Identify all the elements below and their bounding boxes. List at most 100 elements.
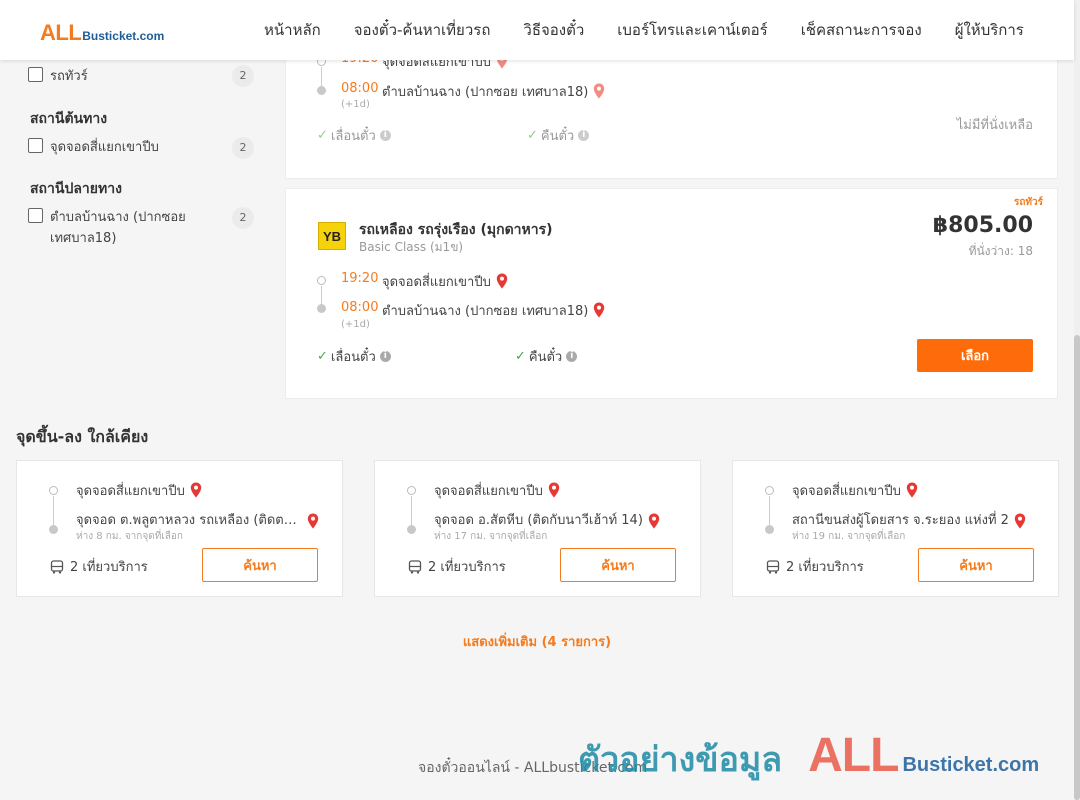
seats-available: ที่นั่งว่าง: 18 [968, 244, 1033, 258]
arrival-place: ตำบลบ้านฉาง (ปากซอย เทศบาล18) [382, 300, 605, 321]
nearby-trips: 2 เที่ยวบริการ [50, 556, 148, 577]
info-icon[interactable]: i [379, 130, 391, 141]
bus-icon [50, 559, 64, 574]
map-pin-icon[interactable] [1014, 513, 1026, 529]
operator-class: Basic Class (ม1ข) [359, 240, 464, 254]
check-icon: ✓ [317, 349, 328, 364]
nearby-from: จุดจอดสี่แยกเขาปีบ [434, 480, 560, 501]
feature-reschedule: ✓ เลื่อนตั๋ว i [317, 125, 391, 146]
watermark-brand-suffix: Busticket.com [902, 754, 1040, 776]
count-badge: 2 [232, 65, 254, 87]
watermark: ตัวอย่างข้อมูล ALL Busticket.com [578, 728, 1039, 786]
timeline-end-dot [407, 525, 416, 534]
timeline-end-dot [49, 525, 58, 534]
operator-logo: YB [318, 222, 346, 250]
feature-label: เลื่อนตั๋ว [330, 350, 376, 365]
show-more-link[interactable]: แสดงเพิ่มเติม (4 รายการ) [0, 631, 1074, 652]
timeline-start-dot [765, 486, 774, 495]
timeline-line [411, 496, 412, 527]
timeline-start-dot [317, 276, 326, 285]
nav-home[interactable]: หน้าหลัก [264, 18, 321, 42]
site-logo[interactable]: ALL Busticket.com [40, 20, 164, 46]
map-pin-icon[interactable] [307, 513, 319, 529]
scrollbar-thumb[interactable] [1074, 335, 1080, 800]
arrival-place: ตำบลบ้านฉาง (ปากซอย เทศบาล18) [382, 81, 605, 102]
timeline-start-dot [49, 486, 58, 495]
bus-icon [408, 559, 422, 574]
filter-label: รถทัวร์ [50, 69, 88, 84]
bus-icon [766, 559, 780, 574]
top-header: ALL Busticket.com หน้าหลัก จองตั๋ว-ค้นหา… [0, 0, 1074, 60]
filter-label: ตำบลบ้านฉาง (ปากซอย เทศบาล18) [50, 210, 186, 246]
nav-check-status[interactable]: เช็คสถานะการจอง [801, 18, 922, 42]
map-pin-icon[interactable] [906, 482, 918, 498]
timeline-end-dot [765, 525, 774, 534]
search-button[interactable]: ค้นหา [918, 548, 1034, 582]
no-seats-status: ไม่มีที่นั่งเหลือ [956, 118, 1033, 133]
map-pin-icon[interactable] [593, 302, 605, 318]
map-pin-icon[interactable] [496, 273, 508, 289]
map-pin-icon[interactable] [190, 482, 202, 498]
next-day-marker: (+1d) [341, 99, 370, 110]
checkbox[interactable] [28, 208, 43, 223]
nav-phone-counter[interactable]: เบอร์โทรและเคาน์เตอร์ [617, 18, 767, 42]
departure-place: จุดจอดสี่แยกเขาปีบ [382, 271, 508, 292]
feature-label: คืนตั๋ว [528, 350, 563, 365]
feature-label: คืนตั๋ว [540, 129, 575, 144]
feature-refund: ✓ คืนตั๋ว i [527, 125, 590, 146]
arrival-time: 08:00 [341, 81, 379, 96]
departure-time: 19:20 [341, 271, 379, 286]
timeline-end-dot [317, 86, 326, 95]
filter-destination[interactable]: ตำบลบ้านฉาง (ปากซอย เทศบาล18) 2 [28, 207, 254, 249]
nav-how-to-book[interactable]: วิธีจองตั๋ว [523, 18, 584, 42]
nearby-distance: ห่าง 17 กม. จากจุดที่เลือก [434, 531, 548, 542]
nearby-card: จุดจอดสี่แยกเขาปีบ จุดจอด อ.สัตหีบ (ติดก… [374, 460, 701, 597]
nearby-trips: 2 เที่ยวบริการ [766, 556, 864, 577]
map-pin-icon[interactable] [593, 83, 605, 99]
timeline-end-dot [317, 304, 326, 313]
map-pin-icon[interactable] [548, 482, 560, 498]
filter-bus-type[interactable]: รถทัวร์ 2 [28, 65, 254, 87]
nearby-from: จุดจอดสี่แยกเขาปีบ [792, 480, 918, 501]
nearby-trips: 2 เที่ยวบริการ [408, 556, 506, 577]
main-nav: หน้าหลัก จองตั๋ว-ค้นหาเที่ยวรถ วิธีจองตั… [264, 0, 1024, 60]
bus-type-tag: รถทัวร์ [1013, 197, 1043, 208]
origin-heading: สถานีต้นทาง [30, 111, 108, 127]
timeline-line [769, 496, 770, 527]
nearby-distance: ห่าง 19 กม. จากจุดที่เลือก [792, 531, 906, 542]
check-icon: ✓ [317, 128, 328, 143]
watermark-brand: ALL [808, 729, 899, 782]
timeline-line [53, 496, 54, 527]
map-pin-icon[interactable] [648, 513, 660, 529]
checkbox[interactable] [28, 67, 43, 82]
arrival-time: 08:00 [341, 300, 379, 315]
nav-book-search[interactable]: จองตั๋ว-ค้นหาเที่ยวรถ [354, 18, 491, 42]
nearby-to: สถานีขนส่งผู้โดยสาร จ.ระยอง แห่งที่ 2 [792, 509, 1026, 530]
nearby-section-title: จุดขึ้น-ลง ใกล้เคียง [16, 427, 149, 446]
nearby-distance: ห่าง 8 กม. จากจุดที่เลือก [76, 531, 183, 542]
nav-operators[interactable]: ผู้ให้บริการ [955, 18, 1024, 42]
nearby-card: จุดจอดสี่แยกเขาปีบ สถานีขนส่งผู้โดยสาร จ… [732, 460, 1059, 597]
nearby-card: จุดจอดสี่แยกเขาปีบ จุดจอด ต.พลูตาหลวง รถ… [16, 460, 343, 597]
feature-refund: ✓ คืนตั๋ว i [515, 346, 578, 367]
check-icon: ✓ [527, 128, 538, 143]
info-icon[interactable]: i [566, 351, 578, 362]
search-button[interactable]: ค้นหา [560, 548, 676, 582]
search-button[interactable]: ค้นหา [202, 548, 318, 582]
timeline-start-dot [407, 486, 416, 495]
nearby-from: จุดจอดสี่แยกเขาปีบ [76, 480, 202, 501]
ticket-price: ฿805.00 [932, 213, 1033, 238]
feature-reschedule: ✓ เลื่อนตั๋ว i [317, 346, 391, 367]
logo-all-text: ALL [40, 20, 82, 45]
next-day-marker: (+1d) [341, 319, 370, 330]
nearby-to: จุดจอด อ.สัตหีบ (ติดกับนาวีเฮ้าท์ 14) [434, 509, 660, 530]
checkbox[interactable] [28, 138, 43, 153]
info-icon[interactable]: i [578, 130, 590, 141]
ticket-card: รถทัวร์ YB รถเหลือง รถรุ่งเรือง (มุกดาหา… [285, 188, 1058, 399]
nearby-to: จุดจอด ต.พลูตาหลวง รถเหลือง (ติดตลาด [76, 509, 319, 530]
count-badge: 2 [232, 137, 254, 159]
count-badge: 2 [232, 207, 254, 229]
filter-origin[interactable]: จุดจอดสี่แยกเขาปีบ 2 [28, 137, 254, 159]
select-button[interactable]: เลือก [917, 339, 1033, 372]
info-icon[interactable]: i [379, 351, 391, 362]
